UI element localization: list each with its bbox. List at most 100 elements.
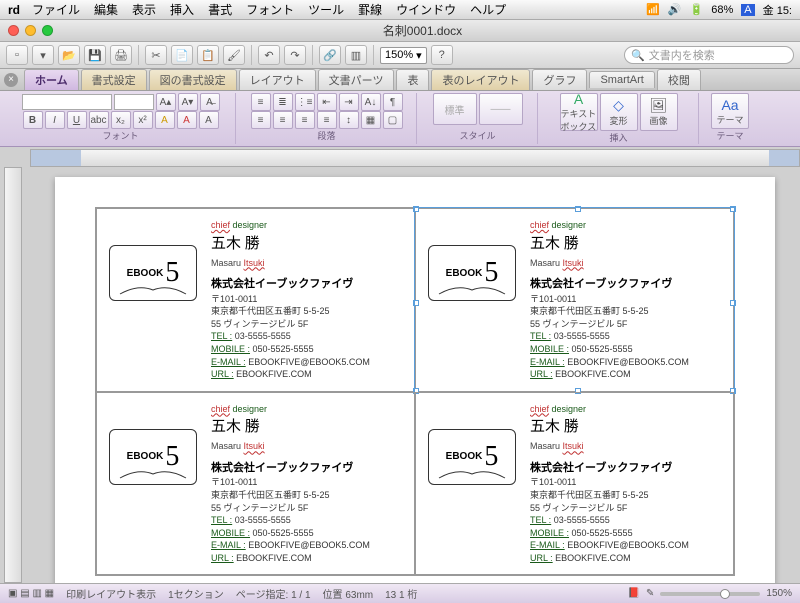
tab-home[interactable]: ホーム <box>24 69 79 90</box>
view-buttons[interactable]: ▣ ▤ ▥ ▦ <box>8 588 54 599</box>
tab-picture-format[interactable]: 図の書式設定 <box>149 69 237 90</box>
bold-button[interactable]: B <box>23 111 43 129</box>
shading-button[interactable]: ▦ <box>361 111 381 129</box>
italic-button[interactable]: I <box>45 111 65 129</box>
track-changes-icon[interactable]: ✎ <box>646 588 654 599</box>
minimize-window-button[interactable] <box>25 25 36 36</box>
tab-close-icon[interactable]: × <box>4 73 18 87</box>
selection-handle[interactable] <box>730 300 736 306</box>
redo-button[interactable]: ↷ <box>284 45 306 65</box>
card-text: chief designer 五木 勝 Masaru Itsuki 株式会社イー… <box>530 403 721 565</box>
sub-button[interactable]: x₂ <box>111 111 131 129</box>
undo-button[interactable]: ↶ <box>258 45 280 65</box>
multilevel-button[interactable]: ⋮≡ <box>295 93 315 111</box>
borders-button[interactable]: ▢ <box>383 111 403 129</box>
menu-table[interactable]: 罫線 <box>358 1 382 18</box>
flag-icon[interactable]: A <box>741 4 754 16</box>
tab-format[interactable]: 書式設定 <box>81 69 147 90</box>
menu-edit[interactable]: 編集 <box>94 1 118 18</box>
tab-smartart[interactable]: SmartArt <box>589 71 654 88</box>
horizontal-ruler-area <box>0 147 800 167</box>
format-painter-button[interactable]: 🖌 <box>223 45 245 65</box>
clear-format-button[interactable]: A̶ <box>200 93 220 111</box>
font-family-select[interactable] <box>22 94 112 110</box>
indent-button[interactable]: ⇥ <box>339 93 359 111</box>
nav-button[interactable]: ▥ <box>345 45 367 65</box>
menu-view[interactable]: 表示 <box>132 1 156 18</box>
tab-review[interactable]: 校閲 <box>657 69 701 90</box>
tab-parts[interactable]: 文書パーツ <box>318 69 395 90</box>
themes-button[interactable]: Aaテーマ <box>711 93 749 129</box>
standard-toolbar: ▫ ▾ 📂 💾 🖨 ✂ 📄 📋 🖌 ↶ ↷ 🔗 ▥ 150%▾ ? 🔍 文書内を… <box>0 42 800 69</box>
highlight-button[interactable]: A <box>155 111 175 129</box>
save-button[interactable]: 💾 <box>84 45 106 65</box>
align-right-button[interactable]: ≡ <box>295 111 315 129</box>
menu-font[interactable]: フォント <box>246 1 294 18</box>
menu-file[interactable]: ファイル <box>32 1 80 18</box>
tab-table[interactable]: 表 <box>396 69 429 90</box>
horizontal-ruler[interactable] <box>30 149 800 167</box>
selection-handle[interactable] <box>413 300 419 306</box>
tab-table-layout[interactable]: 表のレイアウト <box>431 69 530 90</box>
ribbon-group-insert: Aテキストボックス ◇変形 🖼画像 挿入 <box>539 93 699 144</box>
zoom-percent[interactable]: 150% <box>766 588 792 599</box>
link-button[interactable]: 🔗 <box>319 45 341 65</box>
selection-handle[interactable] <box>575 206 581 212</box>
sup-button[interactable]: x² <box>133 111 153 129</box>
menu-help[interactable]: ヘルプ <box>470 1 506 18</box>
justify-button[interactable]: ≡ <box>317 111 337 129</box>
document-area[interactable]: EBOOK5 chief designer 五木 勝 Masaru Itsuki… <box>0 167 800 583</box>
search-input[interactable]: 🔍 文書内を検索 <box>624 46 794 64</box>
underline-button[interactable]: U <box>67 111 87 129</box>
battery-icon[interactable]: 🔋 <box>690 3 704 16</box>
sort-button[interactable]: A↓ <box>361 93 381 111</box>
picture-button[interactable]: 🖼画像 <box>640 93 678 131</box>
new-doc-button[interactable]: ▫ <box>6 45 28 65</box>
shrink-font-button[interactable]: A▾ <box>178 93 198 111</box>
zoom-slider[interactable] <box>660 592 760 596</box>
show-marks-button[interactable]: ¶ <box>383 93 403 111</box>
font-color-button[interactable]: A <box>177 111 197 129</box>
selection-handle[interactable] <box>413 206 419 212</box>
business-card[interactable]: EBOOK5 chief designer 五木 勝 Masaru Itsuki… <box>96 392 415 576</box>
volume-icon[interactable]: 🔊 <box>668 3 682 16</box>
vertical-ruler[interactable] <box>4 167 22 583</box>
shapes-button[interactable]: ◇変形 <box>600 93 638 131</box>
numbering-button[interactable]: ≣ <box>273 93 293 111</box>
tab-chart[interactable]: グラフ <box>532 69 587 90</box>
menu-format[interactable]: 書式 <box>208 1 232 18</box>
logo-icon: EBOOK5 <box>109 429 197 485</box>
font-size-select[interactable] <box>114 94 154 110</box>
style-gallery[interactable]: —— <box>479 93 523 125</box>
menu-insert[interactable]: 挿入 <box>170 1 194 18</box>
print-button[interactable]: 🖨 <box>110 45 132 65</box>
business-card[interactable]: EBOOK5 chief designer 五木 勝 Masaru Itsuki… <box>415 208 734 392</box>
menu-tools[interactable]: ツール <box>308 1 344 18</box>
copy-button[interactable]: 📄 <box>171 45 193 65</box>
cut-button[interactable]: ✂ <box>145 45 167 65</box>
menu-window[interactable]: ウインドウ <box>396 1 456 18</box>
paste-button[interactable]: 📋 <box>197 45 219 65</box>
style-normal[interactable]: 標準 <box>433 93 477 125</box>
spell-check-icon[interactable]: 📕 <box>628 588 640 599</box>
char-border-button[interactable]: A <box>199 111 219 129</box>
grow-font-button[interactable]: A▴ <box>156 93 176 111</box>
tab-layout[interactable]: レイアウト <box>239 69 316 90</box>
bullets-button[interactable]: ≡ <box>251 93 271 111</box>
business-card[interactable]: EBOOK5 chief designer 五木 勝 Masaru Itsuki… <box>415 392 734 576</box>
selection-handle[interactable] <box>730 206 736 212</box>
textbox-button[interactable]: Aテキストボックス <box>560 93 598 131</box>
align-left-button[interactable]: ≡ <box>251 111 271 129</box>
zoom-select[interactable]: 150%▾ <box>380 47 427 64</box>
outdent-button[interactable]: ⇤ <box>317 93 337 111</box>
wifi-icon[interactable]: 📶 <box>646 3 660 16</box>
business-card[interactable]: EBOOK5 chief designer 五木 勝 Masaru Itsuki… <box>96 208 415 392</box>
zoom-window-button[interactable] <box>42 25 53 36</box>
open-button[interactable]: 📂 <box>58 45 80 65</box>
help-button[interactable]: ? <box>431 45 453 65</box>
template-button[interactable]: ▾ <box>32 45 54 65</box>
line-spacing-button[interactable]: ↕ <box>339 111 359 129</box>
close-window-button[interactable] <box>8 25 19 36</box>
align-center-button[interactable]: ≡ <box>273 111 293 129</box>
strike-button[interactable]: abc <box>89 111 109 129</box>
